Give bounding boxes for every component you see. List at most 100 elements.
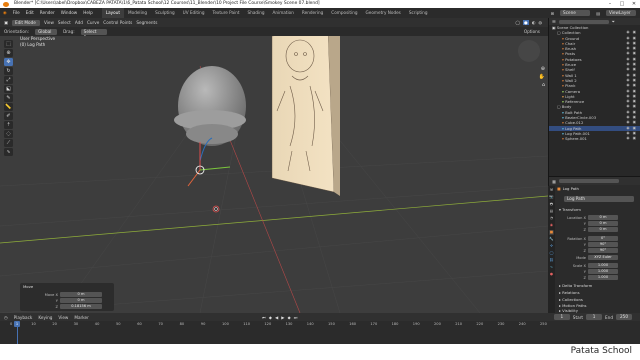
3d-cursor-icon[interactable]: [212, 205, 220, 213]
properties-search-input[interactable]: [558, 179, 619, 183]
workspace-tab-animation[interactable]: Animation: [269, 8, 298, 18]
workspace-tab-shading[interactable]: Shading: [244, 8, 269, 18]
scale-y-field[interactable]: 1.000: [588, 269, 618, 274]
menu-playback[interactable]: Playback: [14, 315, 33, 320]
rotation-z-field[interactable]: 90°: [588, 248, 618, 253]
viewport-shading-solid-icon[interactable]: ●: [523, 20, 529, 25]
scene-tab-icon[interactable]: ◔: [549, 216, 554, 221]
timeline-ruler[interactable]: 0 10 20 30 40 50 60 70 80 90 100 110 120 130 140 150 160…: [10, 322, 548, 328]
camera-view-icon[interactable]: ⌂: [542, 82, 545, 88]
editor-type-icon[interactable]: ▣: [4, 20, 8, 25]
play-reverse-icon[interactable]: ◀: [275, 315, 278, 320]
workspace-tab-scripting[interactable]: Scripting: [405, 8, 432, 18]
measure-tool-icon[interactable]: 📏: [4, 103, 13, 111]
viewport-shading-render-icon[interactable]: ◍: [538, 20, 542, 25]
workspace-tab-modeling[interactable]: Modeling: [124, 8, 151, 18]
workspace-tab-uv-editing[interactable]: UV Editing: [179, 8, 209, 18]
tilt-tool-icon[interactable]: ⟋: [4, 139, 13, 147]
play-icon[interactable]: ▶: [281, 315, 284, 320]
delta-transform-section[interactable]: ▸ Delta Transform: [557, 283, 639, 289]
visibility-toggle-icon[interactable]: ◉ ▣: [626, 136, 637, 141]
menu-curve[interactable]: Curve: [87, 20, 99, 25]
menu-select[interactable]: Select: [58, 20, 71, 25]
rotation-mode-selector[interactable]: XYZ Euler: [588, 255, 618, 260]
end-frame-field[interactable]: 250: [616, 314, 632, 320]
transform-section-header[interactable]: ▾ Transform: [557, 207, 639, 213]
viewport-shading-wire-icon[interactable]: ◯: [515, 20, 520, 25]
view-layer-tab-icon[interactable]: ▤: [549, 209, 554, 214]
workspace-tab-sculpting[interactable]: Sculpting: [151, 8, 179, 18]
viewport-shading-material-icon[interactable]: ◐: [532, 20, 536, 25]
cursor-tool-icon[interactable]: ⊕: [4, 49, 13, 57]
location-x-field[interactable]: 0 m: [588, 215, 618, 220]
scale-x-field[interactable]: 1.000: [588, 263, 618, 268]
workspace-tab-layout[interactable]: Layout: [101, 8, 125, 18]
transform-tool-icon[interactable]: ⬕: [4, 85, 13, 93]
orientation-selector[interactable]: Global: [35, 28, 58, 35]
timeline-editor-icon[interactable]: ◷: [4, 315, 8, 320]
prev-keyframe-icon[interactable]: ◆: [269, 315, 272, 320]
rotation-y-field[interactable]: 90°: [588, 242, 618, 247]
select-tool-icon[interactable]: ⬚: [4, 40, 13, 48]
radius-tool-icon[interactable]: ◌: [4, 130, 13, 138]
relations-section[interactable]: ▸ Relations: [557, 290, 639, 296]
workspace-tab-rendering[interactable]: Rendering: [298, 8, 327, 18]
scale-tool-icon[interactable]: ⤢: [4, 76, 13, 84]
options-menu[interactable]: Options: [524, 29, 540, 34]
minimize-button[interactable]: –: [604, 0, 616, 8]
jump-start-icon[interactable]: ⏮: [262, 315, 266, 320]
rotate-tool-icon[interactable]: ↻: [4, 67, 13, 75]
menu-add[interactable]: Add: [75, 20, 83, 25]
properties-editor-icon[interactable]: ▦: [552, 179, 556, 184]
menu-control-points[interactable]: Control Points: [103, 20, 132, 25]
move-tool-icon[interactable]: ✥: [4, 58, 13, 66]
location-y-field[interactable]: 0 m: [588, 221, 618, 226]
view-layer-selector[interactable]: ViewLayer: [606, 10, 636, 16]
rotation-x-field[interactable]: 0°: [588, 236, 618, 241]
menu-marker[interactable]: Marker: [74, 315, 88, 320]
move-y-field[interactable]: 0 m: [60, 298, 102, 303]
jump-end-icon[interactable]: ⏭: [294, 315, 298, 320]
menu-view[interactable]: View: [44, 20, 54, 25]
constraints-tab-icon[interactable]: ⛓: [549, 258, 554, 263]
menu-render[interactable]: Render: [37, 8, 58, 18]
outliner-item[interactable]: ▾ Sphere.001 ◉ ▣: [549, 136, 640, 141]
data-tab-icon[interactable]: ∿: [549, 265, 554, 270]
workspace-tab-compositing[interactable]: Compositing: [327, 8, 361, 18]
output-tab-icon[interactable]: 🖶: [549, 202, 554, 207]
current-frame-field[interactable]: 1: [553, 314, 570, 320]
menu-window[interactable]: Window: [58, 8, 81, 18]
object-tab-icon[interactable]: ■: [549, 230, 554, 235]
menu-timeline-view[interactable]: View: [58, 315, 68, 320]
navigation-gizmo[interactable]: [518, 40, 540, 62]
extrude-tool-icon[interactable]: ⇡: [4, 121, 13, 129]
mode-selector[interactable]: Edit Mode: [11, 19, 40, 26]
blender-menu-icon[interactable]: ◉: [0, 8, 10, 18]
randomize-tool-icon[interactable]: ∿: [4, 148, 13, 156]
start-frame-field[interactable]: 1: [586, 314, 603, 320]
menu-edit[interactable]: Edit: [23, 8, 37, 18]
filter-icon[interactable]: ⏷: [612, 19, 615, 24]
world-tab-icon[interactable]: ◉: [549, 223, 554, 228]
physics-tab-icon[interactable]: ◯: [549, 251, 554, 256]
gizmo-y-arrow[interactable]: [187, 169, 201, 187]
menu-help[interactable]: Help: [80, 8, 96, 18]
render-tab-icon[interactable]: 📷: [549, 195, 554, 200]
draw-tool-icon[interactable]: ✐: [4, 112, 13, 120]
3d-viewport[interactable]: ⊕ ✋ ⌂: [0, 36, 548, 313]
move-z-field[interactable]: 0.18156 m: [60, 304, 102, 309]
pan-icon[interactable]: ✋: [539, 74, 545, 80]
location-z-field[interactable]: 0 m: [588, 227, 618, 232]
menu-segments[interactable]: Segments: [136, 20, 157, 25]
drag-selector[interactable]: Select Box: [80, 28, 107, 40]
object-name-field[interactable]: Log Path: [564, 196, 634, 202]
menu-keying[interactable]: Keying: [38, 315, 52, 320]
move-x-field[interactable]: 0 m: [60, 292, 102, 297]
tool-tab-icon[interactable]: ⚒: [549, 188, 554, 193]
annotate-tool-icon[interactable]: ✎: [4, 94, 13, 102]
workspace-tab-geometry-nodes[interactable]: Geometry Nodes: [362, 8, 405, 18]
next-keyframe-icon[interactable]: ◆: [287, 315, 290, 320]
close-button[interactable]: ✕: [628, 0, 640, 8]
scene-selector[interactable]: Scene: [560, 10, 591, 16]
zoom-icon[interactable]: ⊕: [541, 66, 545, 72]
